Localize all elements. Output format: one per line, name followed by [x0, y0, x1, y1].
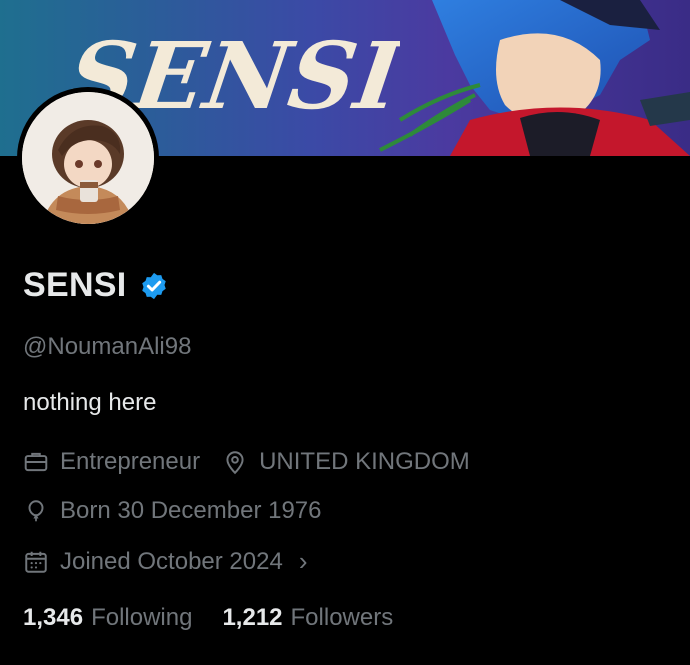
- profession-text: Entrepreneur: [60, 448, 201, 475]
- following-label: Following: [91, 604, 193, 631]
- chevron-right-icon[interactable]: ›: [299, 546, 308, 577]
- verified-badge-icon[interactable]: [139, 271, 169, 301]
- location-text: UNITED KINGDOM: [259, 448, 470, 475]
- followers-link[interactable]: 1,212 Followers: [222, 604, 393, 632]
- profile-meta-work-location: Entrepreneur UNITED KINGDOM: [23, 448, 470, 476]
- profile-handle: @NoumanAli98: [23, 333, 192, 360]
- profile-bio: nothing here: [23, 389, 157, 416]
- profile-stats: 1,346 Following 1,212 Followers: [23, 604, 423, 632]
- balloon-icon: [28, 500, 44, 522]
- profile-meta-joined[interactable]: Joined October 2024 ›: [23, 546, 308, 577]
- followers-label: Followers: [290, 604, 394, 631]
- avatar-image: [22, 92, 154, 224]
- briefcase-icon: [24, 452, 48, 472]
- display-name: SENSI: [23, 266, 127, 304]
- followers-count: 1,212: [222, 604, 283, 631]
- born-text: Born 30 December 1976: [60, 497, 322, 524]
- location-pin-icon: [226, 451, 244, 475]
- profile-avatar[interactable]: [17, 87, 159, 229]
- following-count: 1,346: [23, 604, 84, 631]
- joined-text: Joined October 2024: [60, 547, 283, 575]
- following-link[interactable]: 1,346 Following: [23, 604, 192, 632]
- calendar-icon: [25, 551, 47, 573]
- profile-name-row: SENSI: [23, 266, 169, 305]
- profile-meta-born: Born 30 December 1976: [23, 497, 322, 525]
